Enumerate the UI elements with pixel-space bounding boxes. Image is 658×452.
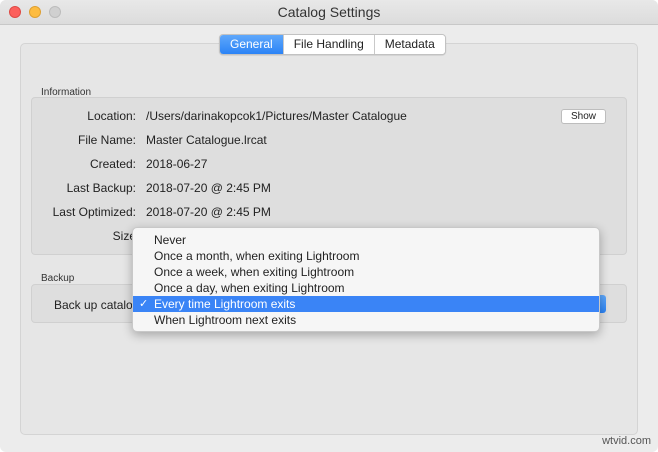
tab-file-handling[interactable]: File Handling bbox=[282, 35, 374, 54]
menu-item-once-a-week[interactable]: Once a week, when exiting Lightroom bbox=[133, 264, 599, 280]
menu-item-label: Never bbox=[154, 233, 187, 247]
location-label: Location: bbox=[87, 109, 136, 123]
menu-item-every-time[interactable]: ✓ Every time Lightroom exits bbox=[133, 296, 599, 312]
tab-metadata[interactable]: Metadata bbox=[373, 35, 445, 54]
menu-item-label: Once a week, when exiting Lightroom bbox=[154, 265, 355, 279]
backup-frequency-menu: Never Once a month, when exiting Lightro… bbox=[132, 227, 600, 332]
menu-item-label: Once a month, when exiting Lightroom bbox=[154, 249, 360, 263]
catalog-settings-window: Catalog Settings General File Handling M… bbox=[0, 0, 658, 452]
last-backup-value: 2018-07-20 @ 2:45 PM bbox=[146, 181, 271, 195]
tab-general[interactable]: General bbox=[220, 35, 283, 54]
last-optimized-label: Last Optimized: bbox=[52, 205, 136, 219]
size-label: Size bbox=[112, 229, 136, 243]
last-optimized-value: 2018-07-20 @ 2:45 PM bbox=[146, 205, 271, 219]
backup-section-label: Backup bbox=[41, 273, 75, 284]
window-title: Catalog Settings bbox=[277, 4, 381, 20]
menu-item-once-a-day[interactable]: Once a day, when exiting Lightroom bbox=[133, 280, 599, 296]
title-bar: Catalog Settings bbox=[0, 0, 658, 25]
checkmark-icon: ✓ bbox=[139, 298, 149, 310]
file-name-label: File Name: bbox=[77, 133, 136, 147]
menu-item-label: Every time Lightroom exits bbox=[154, 297, 296, 311]
menu-item-label: Once a day, when exiting Lightroom bbox=[154, 281, 345, 295]
created-label: Created: bbox=[89, 157, 136, 171]
menu-item-label: When Lightroom next exits bbox=[154, 313, 297, 327]
location-value: /Users/darinakopcok1/Pictures/Master Cat… bbox=[146, 109, 407, 123]
menu-item-once-a-month[interactable]: Once a month, when exiting Lightroom bbox=[133, 248, 599, 264]
show-location-button[interactable]: Show bbox=[561, 109, 606, 124]
file-name-value: Master Catalogue.lrcat bbox=[146, 133, 267, 147]
created-value: 2018-06-27 bbox=[146, 157, 208, 171]
menu-item-never[interactable]: Never bbox=[133, 232, 599, 248]
tab-bar: General File Handling Metadata bbox=[219, 34, 446, 55]
back-up-catalog-label: Back up catalo bbox=[54, 298, 133, 312]
last-backup-label: Last Backup: bbox=[66, 181, 136, 195]
watermark: wtvid.com bbox=[602, 435, 651, 447]
menu-item-next-exit[interactable]: When Lightroom next exits bbox=[133, 312, 599, 328]
